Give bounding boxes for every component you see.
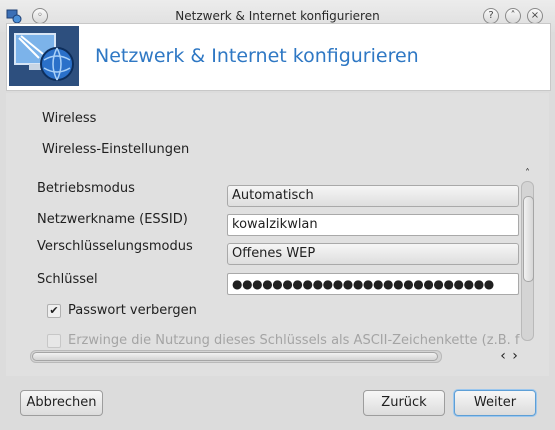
window-title: Netzwerk & Internet konfigurieren [175,9,380,23]
cancel-button[interactable]: Abbrechen [20,390,103,416]
scroll-up-icon[interactable]: ˄ [521,168,534,180]
horizontal-scrollbar-thumb[interactable] [32,352,438,361]
key-input[interactable]: ●●●●●●●●●●●●●●●●●●●●●●●●●● [227,273,519,295]
force-ascii-checkbox[interactable] [47,334,61,348]
scroll-right-icon[interactable]: › [509,349,521,363]
essid-input[interactable]: kowalzikwlan [227,214,519,236]
hide-password-label[interactable]: Passwort verbergen [68,303,197,318]
hide-password-checkbox[interactable]: ✔ [47,304,61,318]
checkmark-icon: ✔ [49,304,59,317]
vertical-scrollbar[interactable] [521,181,534,341]
horizontal-scrollbar[interactable] [30,350,442,363]
next-button[interactable]: Weiter [454,390,536,416]
network-monitor-globe-icon [9,26,79,86]
scroll-left-icon[interactable]: ‹ [497,349,509,363]
mode-label: Betriebsmodus [37,181,135,196]
force-ascii-label[interactable]: Erzwinge die Nutzung dieses Schlüssels a… [68,333,520,348]
back-button[interactable]: Zurück [363,390,445,416]
window-close-button[interactable]: × [527,8,543,24]
vertical-scrollbar-thumb[interactable] [523,196,534,282]
window-help-button[interactable]: ? [483,8,499,24]
banner-title: Netzwerk & Internet konfigurieren [95,45,419,67]
encryption-label: Verschlüsselungsmodus [37,239,193,254]
mode-select[interactable]: Automatisch [227,185,519,207]
encryption-select[interactable]: Offenes WEP [227,243,519,265]
essid-label: Netzwerkname (ESSID) [37,212,188,227]
header-banner: Netzwerk & Internet konfigurieren [6,23,551,91]
window-maximize-button[interactable]: ˄ [505,8,521,24]
section-heading: Wireless [42,111,97,126]
section-subheading: Wireless-Einstellungen [42,142,190,157]
key-label: Schlüssel [37,272,98,287]
